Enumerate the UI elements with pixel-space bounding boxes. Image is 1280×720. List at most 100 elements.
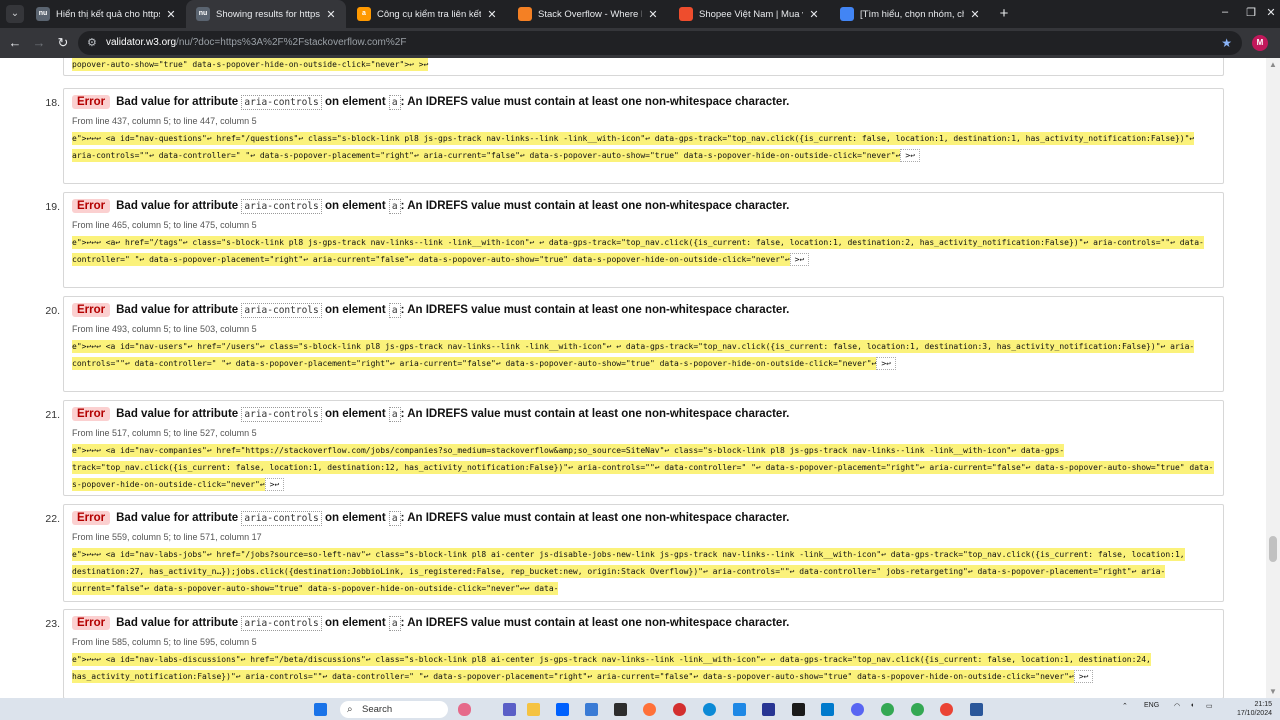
app-icon[interactable] [733, 703, 746, 716]
location: From line 437, column 5; to line 447, co… [72, 116, 257, 126]
tray-chevron-icon[interactable]: ⌃ [1122, 702, 1128, 710]
code-highlight: e">↩↩↩ <a id="nav-labs-jobs"↩ href="/job… [72, 548, 1185, 595]
code-extract: e">↩↩↩ <a id="nav-labs-discussions"↩ hre… [72, 651, 1217, 685]
app-icon-2[interactable] [762, 703, 775, 716]
discord-icon[interactable] [851, 703, 864, 716]
forward-arrow-icon[interactable]: → [31, 35, 47, 51]
close-window-icon[interactable]: ✕ [1264, 6, 1278, 19]
tab-close-icon[interactable]: ✕ [646, 8, 660, 21]
scrollbar-thumb[interactable] [1269, 536, 1277, 562]
profile-avatar[interactable]: M [1252, 35, 1268, 51]
browser-tab[interactable]: Stack Overflow - Where Develo ✕ [508, 0, 668, 28]
message-card-partial: popover-auto-show="true" data-s-popover-… [63, 58, 1224, 76]
minimize-icon[interactable]: – [1218, 6, 1232, 18]
dropbox-icon[interactable] [556, 703, 569, 716]
error-badge: Error [72, 407, 111, 421]
message-number: 19. [45, 201, 60, 213]
for-attribute-label: for attribute [173, 512, 239, 524]
teams-icon[interactable] [503, 703, 516, 716]
bad-value-label: Bad value [116, 512, 171, 524]
bad-value-label: Bad value [116, 200, 171, 212]
chrome-profile-2-icon[interactable] [940, 703, 953, 716]
attribute-name: aria-controls [241, 511, 322, 526]
language-indicator[interactable]: ENG [1144, 702, 1159, 709]
error-badge: Error [72, 199, 111, 213]
vscode-icon[interactable] [821, 703, 834, 716]
message-card: Error Bad value for attribute aria-contro… [63, 400, 1224, 496]
code-highlight: e">↩↩↩ <a↩ href="/tags"↩ class="s-block-… [72, 236, 1204, 266]
firefox-icon[interactable] [643, 703, 656, 716]
error-badge: Error [72, 95, 111, 109]
code-highlight: e">↩↩↩ <a id="nav-questions"↩ href="/que… [72, 132, 1195, 162]
reload-icon[interactable]: ↻ [55, 35, 71, 51]
widget-icon[interactable] [458, 703, 471, 716]
error-summary: Error Bad value for attribute aria-contro… [72, 303, 789, 318]
browser-tab[interactable]: [Tìm hiểu, chọn nhóm, chọn đi ✕ [830, 0, 990, 28]
site-info-icon[interactable]: ⚙ [87, 31, 97, 55]
opera-icon[interactable] [673, 703, 686, 716]
wifi-icon[interactable]: ◠ [1174, 702, 1180, 710]
tab-close-icon[interactable]: ✕ [968, 8, 982, 21]
browser-tab[interactable]: Shopee Việt Nam | Mua và Bán ✕ [669, 0, 829, 28]
file-explorer-icon[interactable] [527, 703, 540, 716]
page-scrollbar[interactable]: ▲ ▼ [1266, 58, 1280, 698]
terminal-icon[interactable] [614, 703, 627, 716]
location: From line 517, column 5; to line 527, co… [72, 428, 257, 438]
tab-close-icon[interactable]: ✕ [485, 8, 499, 21]
for-attribute-label: for attribute [173, 96, 239, 108]
tab-close-icon[interactable]: ✕ [807, 8, 821, 21]
bad-value-label: Bad value [116, 617, 171, 629]
on-element-label: on element [324, 304, 386, 316]
code-extract: e">↩↩↩ <a id="nav-questions"↩ href="/que… [72, 130, 1217, 164]
store-icon[interactable] [585, 703, 598, 716]
code-highlight: e">↩↩↩ <a id="nav-labs-discussions"↩ hre… [72, 653, 1151, 683]
tab-close-icon[interactable]: ✕ [324, 8, 338, 21]
error-message: : An IDREFS value must contain at least … [400, 617, 790, 629]
taskbar-search[interactable]: ⌕ Search [340, 701, 448, 718]
validator-results: popover-auto-show="true" data-s-popover-… [0, 58, 1280, 698]
code-extract: e">↩↩↩ <a id="nav-labs-jobs"↩ href="/job… [72, 546, 1217, 597]
tab-strip: ⌄ nu Hiển thị kết quả cho https://ahi ✕ nu S… [0, 0, 1280, 28]
url-host: validator.w3.org [106, 37, 177, 48]
browser-toolbar: ← → ↻ ⚙ validator.w3.org/nu/?doc=https%3… [0, 28, 1280, 58]
error-message: : An IDREFS value must contain at least … [400, 200, 790, 212]
chrome-profile-icon[interactable] [911, 703, 924, 716]
edge-icon[interactable] [703, 703, 716, 716]
on-element-label: on element [324, 200, 386, 212]
address-bar[interactable]: ⚙ validator.w3.org/nu/?doc=https%3A%2F%2… [78, 31, 1242, 55]
for-attribute-label: for attribute [173, 304, 239, 316]
taskbar: ⌕ Search ⌃ ENG ◠ ◖ ▭ 21:15 17/10/2024 [0, 698, 1280, 720]
taskbar-search-label: Search [362, 704, 393, 715]
back-arrow-icon[interactable]: ← [7, 35, 23, 51]
browser-tab[interactable]: nu Hiển thị kết quả cho https://ahi ✕ [26, 0, 186, 28]
tab-close-icon[interactable]: ✕ [164, 8, 178, 21]
on-element-label: on element [324, 512, 386, 524]
code-extract: e">↩↩↩ <a id="nav-users"↩ href="/users"↩… [72, 338, 1217, 372]
clock-date: 17/10/2024 [1236, 710, 1272, 717]
browser-tab[interactable]: a Công cụ kiểm tra liên kết hỏng ✕ [347, 0, 507, 28]
new-tab-button[interactable]: + [995, 5, 1013, 23]
tab-title: Shopee Việt Nam | Mua và Bán [699, 8, 803, 20]
location: From line 493, column 5; to line 503, co… [72, 324, 257, 334]
bookmark-star-icon[interactable]: ★ [1221, 31, 1232, 55]
battery-icon[interactable]: ▭ [1206, 702, 1213, 710]
restore-icon[interactable]: ❐ [1244, 6, 1258, 19]
location: From line 585, column 5; to line 595, co… [72, 637, 257, 647]
url-path: /nu/?doc=https%3A%2F%2Fstackoverflow.com… [176, 37, 407, 48]
tab-search-dropdown-icon[interactable]: ⌄ [6, 5, 24, 23]
message-card: Error Bad value for attribute aria-contro… [63, 88, 1224, 184]
tab-title: Showing results for https://stac [216, 8, 320, 20]
message-number: 22. [45, 513, 60, 525]
error-summary: Error Bad value for attribute aria-contro… [72, 616, 790, 631]
error-badge: Error [72, 616, 111, 630]
scroll-up-icon[interactable]: ▲ [1269, 60, 1277, 69]
windows-start-icon[interactable] [314, 703, 327, 716]
capcut-icon[interactable] [792, 703, 805, 716]
nu-icon: nu [36, 7, 50, 21]
scroll-down-icon[interactable]: ▼ [1269, 687, 1277, 696]
word-icon[interactable] [970, 703, 983, 716]
volume-icon[interactable]: ◖ [1190, 702, 1194, 709]
browser-tab[interactable]: nu Showing results for https://stac ✕ [186, 0, 346, 28]
chrome-icon[interactable] [881, 703, 894, 716]
clock[interactable]: 21:15 17/10/2024 [1222, 700, 1272, 718]
